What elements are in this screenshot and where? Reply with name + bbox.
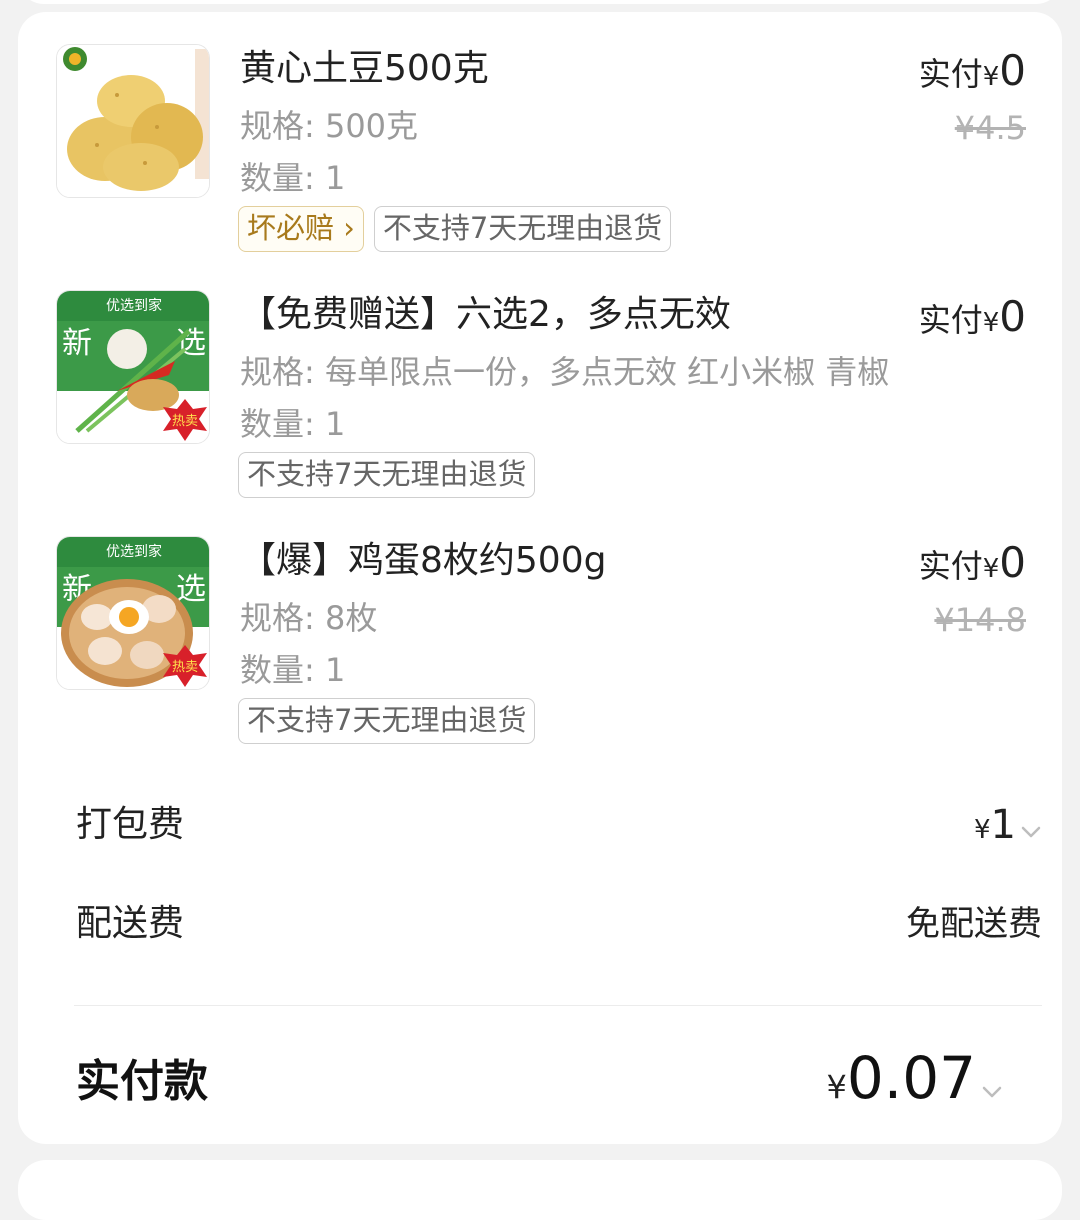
item-quantity: 数量: 1 xyxy=(240,651,346,689)
item-quantity: 数量: 1 xyxy=(240,405,346,443)
currency-symbol: ¥ xyxy=(982,62,1000,92)
order-item[interactable]: 优选到家 新 选 热卖 【免费赠送】六选2，多点无效 规格: 每单限点一份，多点… xyxy=(56,290,1026,510)
packaging-fee-row[interactable]: 打包费 ¥1 xyxy=(76,795,1042,855)
order-item[interactable]: 黄心土豆500克 规格: 500克 数量: 1 坏必赔 › 不支持7天无理由退货… xyxy=(56,44,1026,264)
item-tags: 不支持7天无理由退货 xyxy=(238,452,536,498)
packaging-fee-value[interactable]: ¥1 xyxy=(974,795,1042,864)
chevron-down-icon[interactable] xyxy=(1020,804,1042,864)
total-value: 0.07 xyxy=(846,1044,976,1112)
original-price: ¥4.5 xyxy=(954,109,1026,147)
currency-symbol: ¥ xyxy=(982,308,1000,338)
delivery-fee-value: 免配送费 xyxy=(906,894,1042,960)
delivery-fee-text: 免配送费 xyxy=(906,904,1042,944)
no-return-tag: 不支持7天无理由退货 xyxy=(238,452,536,498)
item-name: 【爆】鸡蛋8枚约500g xyxy=(240,540,607,581)
product-image-potato[interactable] xyxy=(56,44,210,198)
divider xyxy=(74,1005,1042,1006)
no-return-tag: 不支持7天无理由退货 xyxy=(238,698,536,744)
no-return-tag: 不支持7天无理由退货 xyxy=(373,206,672,252)
paid-label: 实付 xyxy=(918,301,983,339)
item-paid-amount: 实付¥0 xyxy=(919,290,1026,344)
delivery-fee-label: 配送费 xyxy=(76,903,185,944)
item-tags: 坏必赔 › 不支持7天无理由退货 xyxy=(238,206,672,252)
next-card xyxy=(18,1160,1062,1220)
packaging-fee-amount: 1 xyxy=(990,802,1016,848)
total-label: 实付款 xyxy=(76,1056,208,1107)
item-name: 黄心土豆500克 xyxy=(240,48,489,89)
banner-text-right: 选 xyxy=(176,326,206,361)
damage-compensation-tag[interactable]: 坏必赔 › xyxy=(238,206,364,252)
currency-symbol: ¥ xyxy=(974,815,991,845)
paid-label: 实付 xyxy=(918,547,983,585)
currency-symbol: ¥ xyxy=(826,1068,847,1106)
chevron-down-icon[interactable] xyxy=(980,1058,1004,1130)
order-card: 黄心土豆500克 规格: 500克 数量: 1 坏必赔 › 不支持7天无理由退货… xyxy=(18,12,1062,1144)
paid-label: 实付 xyxy=(918,55,983,93)
delivery-fee-row: 配送费 免配送费 xyxy=(76,894,1042,954)
packaging-fee-label: 打包费 xyxy=(76,804,185,845)
item-spec: 规格: 每单限点一份，多点无效 红小米椒 青椒 xyxy=(240,353,890,391)
banner-text-left: 新 xyxy=(62,326,92,361)
item-paid-amount: 实付¥0 xyxy=(919,44,1026,98)
currency-symbol: ¥ xyxy=(982,554,1000,584)
paid-value: 0 xyxy=(999,292,1026,341)
item-spec: 规格: 8枚 xyxy=(240,599,378,637)
item-tags: 不支持7天无理由退货 xyxy=(238,698,536,744)
product-image-seasoning[interactable]: 优选到家 新 选 热卖 xyxy=(56,290,210,444)
item-paid-amount: 实付¥0 xyxy=(919,536,1026,590)
hot-sale-badge: 热卖 xyxy=(172,414,198,429)
brand-text: 优选到家 xyxy=(106,297,162,314)
order-item[interactable]: 优选到家 新 选 热卖 【爆】鸡蛋8枚约500g 规格: 8枚 数量: 1 不支… xyxy=(56,536,1026,756)
brand-text: 优选到家 xyxy=(106,543,162,560)
item-name: 【免费赠送】六选2，多点无效 xyxy=(240,294,731,335)
paid-value: 0 xyxy=(999,46,1026,95)
item-spec: 规格: 500克 xyxy=(240,107,419,145)
total-amount[interactable]: ¥0.07 xyxy=(827,1042,1005,1130)
paid-value: 0 xyxy=(999,538,1026,587)
hot-sale-badge: 热卖 xyxy=(172,660,198,675)
previous-card xyxy=(18,0,1062,4)
product-image-eggs[interactable]: 优选到家 新 选 热卖 xyxy=(56,536,210,690)
original-price: ¥14.8 xyxy=(934,601,1026,639)
item-quantity: 数量: 1 xyxy=(240,159,346,197)
